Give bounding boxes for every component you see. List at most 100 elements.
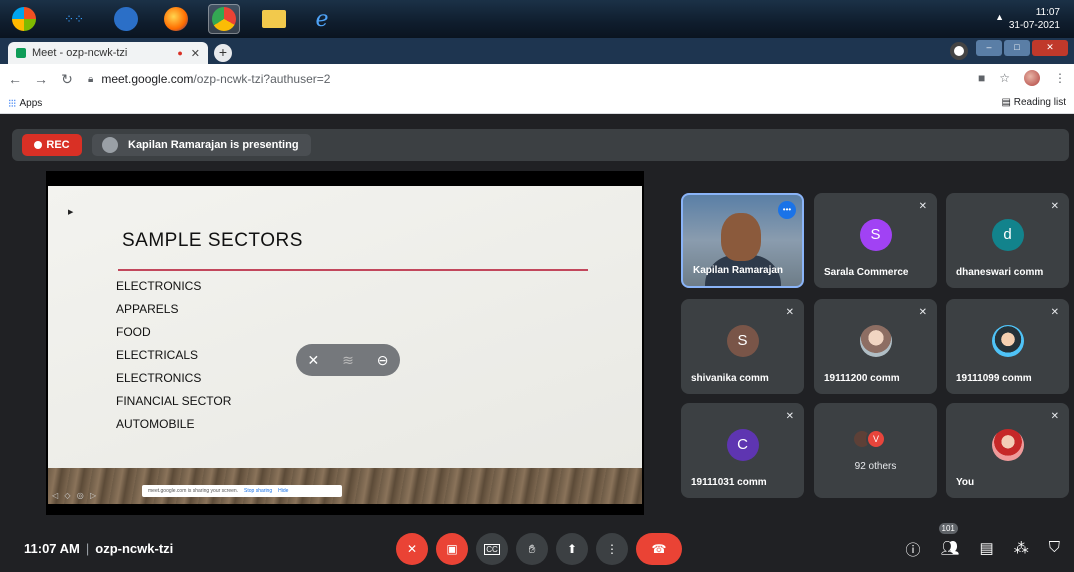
- cursor-icon: ▶: [68, 209, 74, 216]
- participant-tile[interactable]: ✕ 19111200 comm: [814, 299, 937, 394]
- mic-off-icon: ✕: [1050, 307, 1059, 318]
- audio-off-icon[interactable]: ≋: [342, 352, 354, 369]
- participant-initial: S: [859, 218, 892, 251]
- share-notice-text: meet.google.com is sharing your screen.: [148, 488, 239, 494]
- meeting-details: 11:07 AM | ozp-ncwk-tzi: [24, 541, 173, 556]
- recording-button[interactable]: REC: [22, 134, 82, 156]
- record-dot-icon: [34, 141, 43, 149]
- slide-list-item: FINANCIAL SECTOR: [116, 394, 232, 408]
- participant-count-badge: 101: [938, 523, 958, 534]
- participant-tile[interactable]: ✕ C 19111031 comm: [681, 403, 804, 498]
- close-tab-icon[interactable]: ✕: [191, 47, 200, 60]
- firefox-icon: [164, 7, 188, 31]
- start-button[interactable]: [8, 4, 40, 34]
- camera-off-icon: ▣: [446, 542, 458, 556]
- taskbar-app-chrome[interactable]: [208, 4, 240, 34]
- meet-favicon-icon: [16, 48, 26, 58]
- mic-off-icon: ✕: [918, 201, 927, 212]
- tab-title: Meet - ozp-ncwk-tzi: [32, 47, 128, 59]
- camera-toggle-button[interactable]: ▣: [436, 533, 468, 565]
- taskbar-app-dots[interactable]: ⁘⁘: [58, 4, 90, 34]
- participant-tile[interactable]: ✕ d dhaneswari comm: [946, 193, 1069, 288]
- host-controls-icon[interactable]: ⛉: [1049, 539, 1060, 560]
- meeting-code: ozp-ncwk-tzi: [95, 541, 174, 556]
- bookmark-star-icon[interactable]: ☆: [999, 71, 1010, 85]
- hide-button[interactable]: Hide: [278, 488, 288, 494]
- participant-tile[interactable]: ✕ S shivanika comm: [681, 299, 804, 394]
- math-app-icon: [114, 7, 138, 31]
- tray-expand-icon[interactable]: ▲: [995, 12, 1004, 22]
- self-tile[interactable]: ✕ You: [946, 403, 1069, 498]
- participant-tile[interactable]: ✕ S Sarala Commerce: [814, 193, 937, 288]
- microphone-toggle-button[interactable]: ✕: [396, 533, 428, 565]
- chat-icon[interactable]: ▤: [980, 539, 994, 560]
- slide-floor: [48, 468, 642, 504]
- present-button[interactable]: ⬆: [556, 533, 588, 565]
- more-options-button[interactable]: ⋮: [596, 533, 628, 565]
- camera-indicator-icon[interactable]: ■: [978, 71, 985, 85]
- captions-icon: CC: [484, 543, 500, 555]
- participant-name: 19111099 comm: [956, 373, 1032, 384]
- minimize-button[interactable]: –: [976, 40, 1002, 56]
- participant-name: Sarala Commerce: [824, 267, 909, 278]
- participant-name: dhaneswari comm: [956, 267, 1044, 278]
- others-avatars: V: [852, 429, 886, 449]
- raise-hand-button[interactable]: ✋︎: [516, 533, 548, 565]
- windows-logo-icon: [12, 7, 36, 31]
- participant-face: [721, 213, 761, 261]
- url-field[interactable]: 🔒︎ meet.google.com/ozp-ncwk-tzi?authuser…: [88, 72, 330, 86]
- captions-button[interactable]: CC: [476, 533, 508, 565]
- others-tile[interactable]: V 92 others: [814, 403, 937, 498]
- mic-off-icon: ✕: [1050, 201, 1059, 212]
- participant-name: shivanika comm: [691, 373, 769, 384]
- windows-taskbar: ⁘⁘ e ▲ 11:07 31-07-2021: [0, 0, 1074, 38]
- mic-off-icon: ✕: [918, 307, 927, 318]
- presentation-view[interactable]: ▶ SAMPLE SECTORS ELECTRONICS APPARELS FO…: [46, 171, 644, 519]
- presenter-chip[interactable]: Kapilan Ramarajan is presenting: [92, 134, 311, 156]
- slide-list-item: ELECTRONICS: [116, 279, 202, 293]
- avatar: V: [866, 429, 886, 449]
- browser-tab-strip: Meet - ozp-ncwk-tzi ● ✕ + – □ ✕: [0, 38, 1074, 64]
- more-vert-icon: ⋮: [606, 542, 618, 556]
- slide-list-item: APPARELS: [116, 302, 179, 316]
- taskbar-app-firefox[interactable]: [160, 4, 192, 34]
- people-button[interactable]: 101 👥︎: [938, 523, 960, 560]
- activities-icon[interactable]: ⁂: [1014, 539, 1029, 560]
- forward-button[interactable]: →: [30, 71, 52, 87]
- folder-icon: [262, 10, 286, 28]
- stop-sharing-button[interactable]: Stop sharing: [244, 488, 272, 494]
- participant-tile[interactable]: ✕ 19111099 comm: [946, 299, 1069, 394]
- slide: ▶ SAMPLE SECTORS ELECTRONICS APPARELS FO…: [48, 186, 642, 468]
- presenting-text: Kapilan Ramarajan is presenting: [128, 139, 299, 151]
- mute-icon[interactable]: ✕: [307, 352, 319, 369]
- remove-icon[interactable]: ⊖: [377, 352, 389, 369]
- bookmark-apps[interactable]: Apps: [20, 98, 43, 109]
- side-controls: ⓘ 101 👥︎ ▤ ⁂ ⛉: [905, 523, 1060, 560]
- leave-call-button[interactable]: ☎︎: [636, 533, 682, 565]
- meet-control-bar: 11:07 AM | ozp-ncwk-tzi ✕ ▣ CC ✋︎ ⬆ ⋮ ☎︎ ⓘ…: [0, 515, 1074, 572]
- taskbar-app-ie[interactable]: e: [306, 4, 338, 34]
- maximize-button[interactable]: □: [1004, 40, 1030, 56]
- taskbar-app-mathtype[interactable]: [110, 4, 142, 34]
- browser-menu-icon[interactable]: ⋮: [1054, 71, 1066, 85]
- reading-list-button[interactable]: ▤ Reading list: [1002, 97, 1067, 108]
- tab-meet[interactable]: Meet - ozp-ncwk-tzi ● ✕: [8, 42, 208, 64]
- participant-name: 19111200 comm: [824, 373, 900, 384]
- back-button[interactable]: ←: [4, 71, 26, 87]
- participant-tile-kapilan[interactable]: ••• Kapilan Ramarajan: [681, 193, 804, 288]
- presentation-banner: REC Kapilan Ramarajan is presenting: [12, 129, 1069, 161]
- system-clock[interactable]: 11:07 31-07-2021: [1009, 6, 1060, 32]
- apps-grid-icon[interactable]: ⁝⁝⁝: [8, 97, 16, 110]
- reload-button[interactable]: ↻: [56, 71, 78, 88]
- slide-navigation[interactable]: ◁ ◇ ◎ ▷: [52, 491, 98, 500]
- account-avatar[interactable]: [1024, 70, 1040, 86]
- participant-name: You: [956, 477, 975, 488]
- presenter-avatar: [102, 137, 118, 153]
- profile-icon[interactable]: [950, 42, 968, 60]
- reading-list-label: Reading list: [1013, 97, 1066, 108]
- screen-share-notice: meet.google.com is sharing your screen. …: [142, 485, 342, 497]
- close-window-button[interactable]: ✕: [1032, 40, 1068, 56]
- taskbar-app-explorer[interactable]: [258, 4, 290, 34]
- new-tab-button[interactable]: +: [214, 44, 232, 62]
- meeting-info-icon[interactable]: ⓘ: [905, 539, 920, 560]
